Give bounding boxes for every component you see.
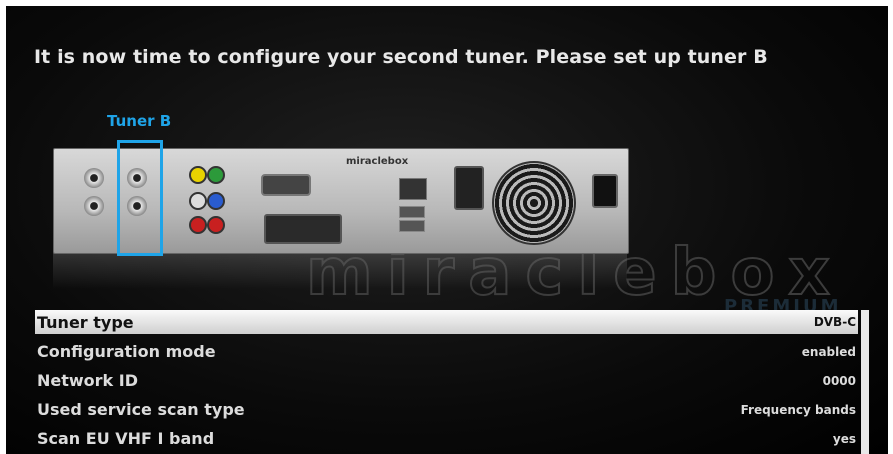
rca-yellow-connector xyxy=(189,166,207,184)
rca-blue-connector xyxy=(207,192,225,210)
power-socket xyxy=(454,166,484,210)
menu-row-value: DVB-C xyxy=(813,315,856,329)
rca-red-connector-2 xyxy=(207,216,225,234)
device-brand-text: miraclebox xyxy=(346,156,409,167)
cooling-fan xyxy=(492,161,576,245)
antenna-connector-a-out xyxy=(84,196,104,216)
menu-row-value: yes xyxy=(832,431,856,446)
usb-port-2 xyxy=(399,220,425,232)
menu-row-label: Network ID xyxy=(37,371,138,390)
usb-port-1 xyxy=(399,206,425,218)
menu-row-scan-vhf[interactable]: Scan EU VHF I band yes xyxy=(35,424,858,453)
tuner-b-highlight-box xyxy=(117,140,163,256)
rca-green-connector xyxy=(207,166,225,184)
menu-row-scan-type[interactable]: Used service scan type Frequency bands xyxy=(35,395,858,424)
page-title: It is now time to configure your second … xyxy=(34,46,768,68)
menu-row-label: Tuner type xyxy=(37,312,134,332)
ethernet-port xyxy=(399,178,427,200)
rca-white-connector xyxy=(189,192,207,210)
menu-row-value: enabled xyxy=(801,344,856,359)
menu-row-label: Scan EU VHF I band xyxy=(37,429,215,448)
rca-red-connector xyxy=(189,216,207,234)
tuner-config-list: Tuner type DVB-C Configuration mode enab… xyxy=(35,310,858,453)
menu-row-value: Frequency bands xyxy=(740,402,856,417)
serial-port xyxy=(261,174,311,196)
menu-row-value: 0000 xyxy=(822,373,856,388)
scart-port xyxy=(264,214,342,244)
antenna-connector-a-in xyxy=(84,168,104,188)
menu-row-tuner-type[interactable]: Tuner type DVB-C xyxy=(35,310,858,334)
menu-row-label: Used service scan type xyxy=(37,400,245,419)
menu-row-network-id[interactable]: Network ID 0000 xyxy=(35,366,858,395)
menu-row-configuration-mode[interactable]: Configuration mode enabled xyxy=(35,337,858,366)
list-scrollbar[interactable] xyxy=(861,310,869,454)
menu-row-label: Configuration mode xyxy=(37,342,216,361)
tuner-setup-screen: It is now time to configure your second … xyxy=(6,6,888,454)
tuner-b-label: Tuner B xyxy=(107,112,172,130)
power-switch xyxy=(592,174,618,208)
device-reflection xyxy=(53,253,627,289)
